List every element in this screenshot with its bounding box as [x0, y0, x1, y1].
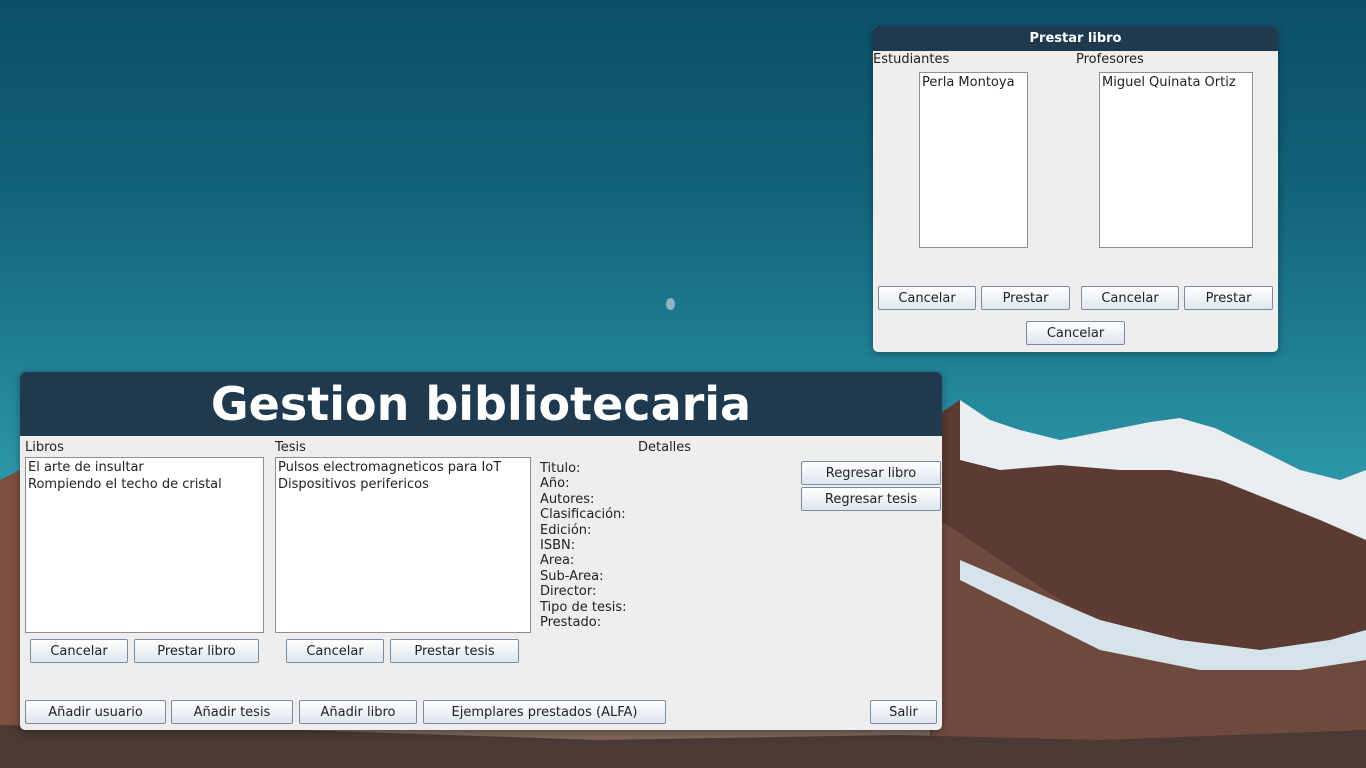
- detail-authors: Autores:: [540, 491, 595, 507]
- library-management-window: Gestion bibliotecaria Libros Tesis Detal…: [20, 372, 942, 730]
- detail-area: Area:: [540, 553, 575, 569]
- lend-book-button[interactable]: Prestar libro: [134, 639, 259, 663]
- detail-thesis-type: Tipo de tesis:: [540, 599, 627, 615]
- detail-classification: Clasificación:: [540, 507, 626, 523]
- add-user-button[interactable]: Añadir usuario: [25, 700, 166, 724]
- list-item[interactable]: El arte de insultar: [28, 459, 261, 476]
- lend-book-dialog: Prestar libro Estudiantes Profesores Per…: [873, 26, 1278, 352]
- detail-title: Titulo:: [540, 461, 581, 476]
- books-label: Libros: [25, 440, 64, 455]
- add-book-button[interactable]: Añadir libro: [299, 700, 417, 724]
- borrowed-copies-button[interactable]: Ejemplares prestados (ALFA): [423, 700, 666, 724]
- cancel-dialog-button[interactable]: Cancelar: [1026, 321, 1125, 345]
- cancel-professors-button[interactable]: Cancelar: [1081, 286, 1179, 310]
- professors-list[interactable]: Miguel Quinata Ortiz: [1099, 72, 1253, 248]
- exit-button[interactable]: Salir: [870, 700, 937, 724]
- details-label: Detalles: [638, 440, 692, 455]
- list-item[interactable]: Rompiendo el techo de cristal: [28, 476, 261, 493]
- cancel-thesis-button[interactable]: Cancelar: [286, 639, 384, 663]
- cancel-students-button[interactable]: Cancelar: [878, 286, 976, 310]
- list-item[interactable]: Dispositivos perifericos: [278, 476, 528, 493]
- cancel-book-button[interactable]: Cancelar: [30, 639, 128, 663]
- detail-edition: Edición:: [540, 522, 592, 538]
- list-item[interactable]: Miguel Quinata Ortiz: [1102, 74, 1250, 91]
- details-fields: Titulo: Año: Autores: Clasificación: Edi…: [540, 461, 627, 630]
- lend-thesis-button[interactable]: Prestar tesis: [390, 639, 519, 663]
- detail-subarea: Sub-Area:: [540, 568, 604, 584]
- students-label: Estudiantes: [873, 52, 950, 67]
- thesis-label: Tesis: [275, 440, 306, 455]
- detail-year: Año:: [540, 476, 570, 492]
- detail-isbn: ISBN:: [540, 538, 576, 554]
- lend-professors-button[interactable]: Prestar: [1184, 286, 1273, 310]
- list-item[interactable]: Pulsos electromagneticos para IoT: [278, 459, 528, 476]
- detail-director: Director:: [540, 584, 597, 600]
- moon: [666, 298, 675, 310]
- add-thesis-button[interactable]: Añadir tesis: [171, 700, 293, 724]
- students-list[interactable]: Perla Montoya: [919, 72, 1028, 248]
- return-book-button[interactable]: Regresar libro: [801, 461, 941, 485]
- books-list[interactable]: El arte de insultar Rompiendo el techo d…: [25, 457, 264, 633]
- list-item[interactable]: Perla Montoya: [922, 74, 1025, 91]
- professors-label: Profesores: [1076, 52, 1144, 67]
- return-thesis-button[interactable]: Regresar tesis: [801, 487, 941, 511]
- thesis-list[interactable]: Pulsos electromagneticos para IoT Dispos…: [275, 457, 531, 633]
- lend-students-button[interactable]: Prestar: [981, 286, 1070, 310]
- detail-borrowed: Prestado:: [540, 615, 602, 631]
- library-management-title: Gestion bibliotecaria: [20, 372, 942, 436]
- lend-book-dialog-title: Prestar libro: [873, 26, 1278, 51]
